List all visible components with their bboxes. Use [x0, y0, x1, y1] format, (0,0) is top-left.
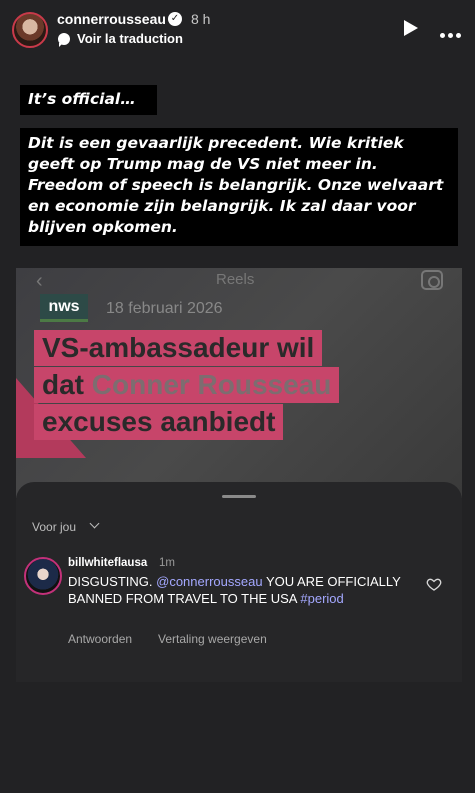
profile-username[interactable]: connerrousseau	[57, 11, 166, 27]
story-header: connerrousseau ✓ 8 h Voir la traduction	[0, 0, 475, 60]
headline-line-2: dat Conner Rousseau	[34, 367, 340, 403]
caption-body: Dit is een gevaarlijk precedent. Wie kri…	[20, 128, 458, 246]
reel-date: 18 februari 2026	[106, 300, 223, 317]
reel-title: Reels	[216, 271, 255, 288]
comment-text-start: DISGUSTING.	[68, 574, 157, 589]
play-icon[interactable]	[404, 20, 418, 36]
see-translation-button[interactable]: Vertaling weergeven	[158, 632, 267, 646]
commenter-username[interactable]: billwhiteflausa	[68, 557, 147, 569]
verified-badge-icon: ✓	[168, 12, 182, 26]
comment-hashtag[interactable]: #period	[300, 591, 343, 606]
speech-bubble-icon	[58, 33, 70, 47]
comment-sort-selector[interactable]: Voor jou	[32, 520, 76, 534]
see-translation-link[interactable]: Voir la traduction	[77, 31, 183, 46]
shared-reel-card[interactable]: ‹ Reels nws 18 februari 2026 VS-ambassad…	[16, 268, 462, 498]
comment-time: 1m	[159, 557, 175, 569]
reply-button[interactable]: Antwoorden	[68, 632, 132, 646]
comment-text: DISGUSTING. @connerrousseau YOU ARE OFFI…	[68, 574, 418, 607]
reel-headline: VS-ambassadeur wil dat Conner Rousseau e…	[34, 330, 340, 441]
headline-name: Conner Rousseau	[91, 369, 332, 400]
back-chevron-icon: ‹	[36, 270, 43, 292]
drag-handle[interactable]	[222, 495, 256, 498]
post-time: 8 h	[191, 11, 211, 27]
camera-icon	[421, 270, 443, 290]
like-heart-icon[interactable]	[426, 576, 442, 592]
caption-title: It’s official…	[20, 85, 157, 115]
story-viewer: connerrousseau ✓ 8 h Voir la traduction …	[0, 0, 475, 793]
chevron-down-icon[interactable]	[89, 518, 100, 529]
comment-mention[interactable]: @connerrousseau	[156, 574, 262, 589]
headline-line-1: VS-ambassadeur wil	[34, 330, 323, 366]
nws-logo: nws	[40, 294, 88, 322]
more-options-icon[interactable]	[440, 25, 464, 38]
commenter-avatar[interactable]	[24, 557, 62, 595]
headline-line-3: excuses aanbiedt	[34, 404, 284, 440]
comments-sheet: Voor jou billwhiteflausa 1m DISGUSTING. …	[16, 482, 462, 682]
headline-text: dat	[42, 369, 92, 400]
profile-avatar[interactable]	[12, 12, 48, 48]
